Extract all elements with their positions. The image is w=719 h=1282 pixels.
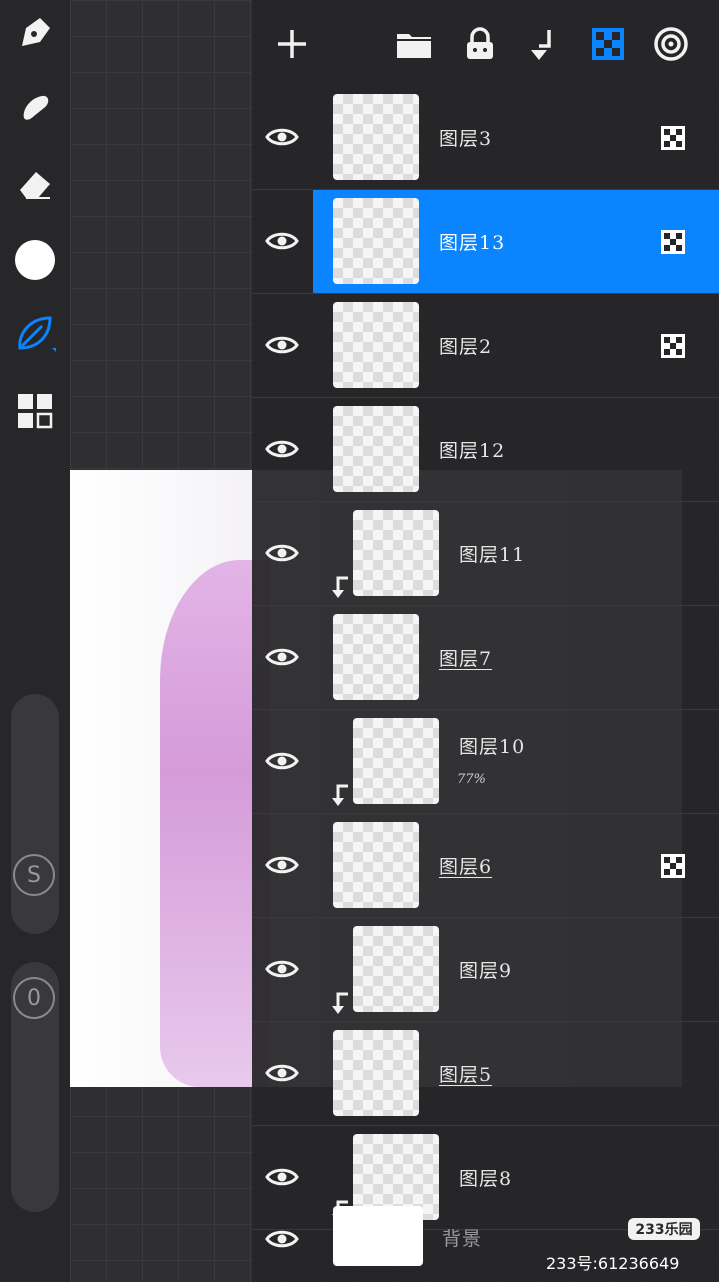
layer-thumbnail	[333, 406, 419, 492]
watermark-logo: 233乐园	[628, 1218, 700, 1240]
smudge-icon[interactable]	[12, 84, 58, 130]
eraser-icon[interactable]	[12, 162, 58, 208]
layer-row[interactable]: 图层2	[252, 294, 719, 398]
visibility-eye-icon[interactable]	[264, 538, 300, 568]
layer-thumbnail	[333, 1206, 423, 1266]
visibility-eye-icon[interactable]	[264, 1058, 300, 1088]
visibility-eye-icon[interactable]	[264, 434, 300, 464]
layer-name: 图层2	[439, 336, 493, 358]
layer-name: 图层3	[439, 128, 493, 150]
layer-thumbnail	[353, 510, 439, 596]
lock-icon[interactable]	[458, 22, 502, 66]
opacity-slider-badge[interactable]: 0	[13, 977, 55, 1019]
visibility-eye-icon[interactable]	[264, 226, 300, 256]
visibility-eye-icon[interactable]	[264, 850, 300, 880]
brush-icon[interactable]	[12, 310, 58, 356]
layer-thumbnail	[333, 1030, 419, 1116]
pen-icon[interactable]	[12, 10, 58, 56]
brush-size-slider[interactable]	[11, 694, 59, 934]
watermark-id: 233号:61236649	[546, 1254, 680, 1273]
blend-mode-checker-icon[interactable]	[661, 334, 685, 358]
layer-thumbnail	[333, 198, 419, 284]
add-layer-icon[interactable]	[270, 22, 314, 66]
visibility-eye-icon[interactable]	[264, 746, 300, 776]
layer-name: 图层6	[439, 856, 493, 878]
layer-row[interactable]: 图层9	[252, 918, 719, 1022]
layer-name: 图层12	[439, 440, 506, 462]
layer-name: 图层13	[439, 232, 506, 254]
layer-row[interactable]: 图层7	[252, 606, 719, 710]
gallery-icon[interactable]	[12, 388, 58, 434]
layer-thumbnail	[333, 614, 419, 700]
layer-thumbnail	[353, 926, 439, 1012]
layer-row[interactable]: 图层11	[252, 502, 719, 606]
layer-row[interactable]: 图层3	[252, 86, 719, 190]
visibility-eye-icon[interactable]	[264, 1224, 300, 1254]
layer-thumbnail	[353, 718, 439, 804]
visibility-eye-icon[interactable]	[264, 330, 300, 360]
layers-panel: 图层3 图层13 图层2 图层12 图层11 图层7 图层10 77% 图层6 图层9 图层5 图层8…	[252, 0, 719, 1282]
layer-row[interactable]: 图层12	[252, 398, 719, 502]
clipping-mask-arrow-icon	[330, 574, 352, 600]
blend-mode-checker-icon[interactable]	[661, 126, 685, 150]
left-toolbar: S 0	[0, 0, 70, 1282]
layer-opacity: 77%	[457, 772, 486, 787]
visibility-eye-icon[interactable]	[264, 642, 300, 672]
folder-icon[interactable]	[392, 22, 436, 66]
layer-name: 图层9	[459, 960, 513, 982]
layer-row[interactable]: 图层13	[252, 190, 719, 294]
layer-thumbnail	[333, 822, 419, 908]
merge-down-icon[interactable]	[522, 22, 566, 66]
clipping-mask-arrow-icon	[330, 990, 352, 1016]
layer-name: 图层11	[459, 544, 526, 566]
size-slider-badge[interactable]: S	[13, 854, 55, 896]
visibility-eye-icon[interactable]	[264, 954, 300, 984]
layer-row[interactable]: 图层10 77%	[252, 710, 719, 814]
blend-mode-checker-icon[interactable]	[661, 854, 685, 878]
layers-panel-header	[252, 0, 719, 86]
layer-row[interactable]: 图层6	[252, 814, 719, 918]
clipping-mask-arrow-icon	[330, 782, 352, 808]
layer-name: 图层8	[459, 1168, 513, 1190]
blend-mode-checker-icon[interactable]	[661, 230, 685, 254]
visibility-eye-icon[interactable]	[264, 1162, 300, 1192]
layer-name: 背景	[442, 1228, 483, 1250]
visibility-eye-icon[interactable]	[264, 122, 300, 152]
layer-row[interactable]: 图层5	[252, 1022, 719, 1126]
target-icon[interactable]	[649, 22, 693, 66]
layer-name: 图层7	[439, 648, 493, 670]
checker-icon[interactable]	[586, 22, 630, 66]
layer-thumbnail	[333, 302, 419, 388]
color-icon[interactable]	[12, 237, 58, 283]
layer-name: 图层10	[459, 736, 526, 758]
layer-name: 图层5	[439, 1064, 493, 1086]
layer-thumbnail	[333, 94, 419, 180]
